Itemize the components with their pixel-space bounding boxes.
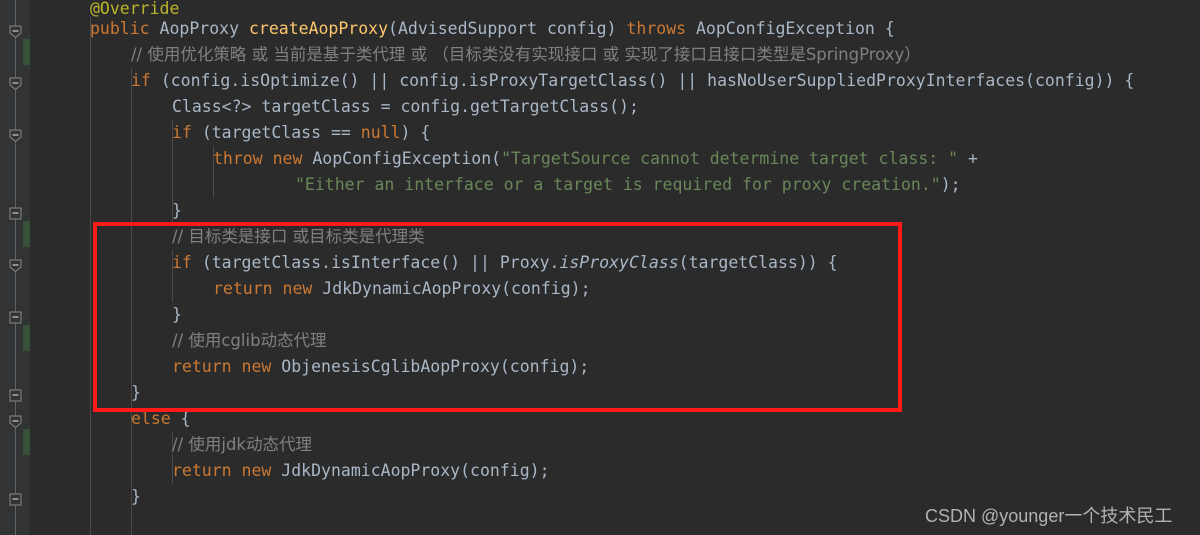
gutter-change-bar[interactable]	[23, 221, 30, 247]
fold-collapse-icon[interactable]	[9, 389, 22, 402]
code-token: return	[172, 357, 242, 376]
csdn-watermark: CSDN @younger一个技术民工	[925, 506, 1173, 526]
code-line[interactable]: return new ObjenesisCglibAopProxy(config…	[30, 354, 589, 380]
code-token: {	[180, 409, 191, 428]
code-token: return	[213, 279, 283, 298]
code-token: JdkDynamicAopProxy(config);	[322, 279, 591, 298]
code-token: if	[172, 123, 202, 142]
code-line[interactable]: throw new AopConfigException("TargetSour…	[30, 146, 978, 172]
code-token: // 使用jdk动态代理	[172, 435, 312, 454]
code-token: // 使用cglib动态代理	[172, 331, 327, 350]
code-line[interactable]: if (targetClass.isInterface() || Proxy.i…	[30, 250, 838, 276]
code-line[interactable]: // 使用jdk动态代理	[30, 432, 312, 458]
code-line[interactable]: // 目标类是接口 或目标类是代理类	[30, 224, 425, 250]
fold-collapse-icon[interactable]	[9, 493, 22, 506]
fold-collapse-icon[interactable]	[9, 207, 22, 220]
code-token: "Either an interface or a target is requ…	[295, 175, 941, 194]
code-content-area[interactable]: @Override public AopProxy createAopProxy(…	[30, 0, 1200, 535]
code-line[interactable]: return new JdkDynamicAopProxy(config);	[30, 276, 591, 302]
code-token: (targetClass)) {	[678, 253, 838, 272]
code-token: (AdvisedSupport config)	[388, 19, 627, 38]
fold-collapse-icon[interactable]	[9, 415, 22, 429]
code-line[interactable]: // 使用优化策略 或 当前是基于类代理 或 （目标类没有实现接口 或 实现了接…	[30, 42, 921, 68]
code-token: new	[241, 461, 282, 480]
code-token: null	[360, 123, 401, 142]
code-token: else	[131, 409, 181, 428]
code-token: new	[241, 357, 282, 376]
code-line[interactable]: return new JdkDynamicAopProxy(config);	[30, 458, 550, 484]
code-token: throws	[626, 19, 696, 38]
code-line[interactable]: // 使用cglib动态代理	[30, 328, 327, 354]
code-line[interactable]: }	[30, 484, 141, 510]
code-token: public	[90, 19, 160, 38]
code-token: );	[940, 175, 961, 194]
code-line[interactable]: }	[30, 198, 182, 224]
code-token: if	[172, 253, 202, 272]
code-token: // 目标类是接口 或目标类是代理类	[172, 227, 425, 246]
code-line[interactable]: }	[30, 302, 182, 328]
code-token: createAopProxy	[248, 19, 389, 38]
code-token: (targetClass ==	[201, 123, 361, 142]
code-token: }	[172, 201, 182, 220]
code-token: "TargetSource cannot determine target cl…	[501, 149, 968, 168]
code-token: new	[282, 279, 323, 298]
code-token: (targetClass.isInterface() || Proxy.	[201, 253, 560, 272]
code-line[interactable]: "Either an interface or a target is requ…	[30, 172, 961, 198]
gutter-change-bar[interactable]	[23, 39, 30, 65]
code-token: isProxyClass	[559, 253, 679, 272]
code-line[interactable]: }	[30, 380, 141, 406]
code-token: }	[131, 487, 141, 506]
code-line[interactable]: Class<?> targetClass = config.getTargetC…	[30, 94, 639, 120]
code-line[interactable]: if (config.isOptimize() || config.isProx…	[30, 68, 1134, 94]
gutter-change-bar[interactable]	[23, 429, 30, 455]
code-line[interactable]: else {	[30, 406, 191, 432]
gutter-change-bar[interactable]	[23, 325, 30, 351]
code-token: (config.isOptimize() || config.isProxyTa…	[160, 71, 1135, 90]
code-token: if	[131, 71, 161, 90]
fold-collapse-icon[interactable]	[9, 311, 22, 324]
fold-collapse-icon[interactable]	[9, 129, 22, 143]
code-token: new	[272, 149, 313, 168]
code-token: AopConfigException {	[696, 19, 895, 38]
fold-collapse-icon[interactable]	[9, 25, 22, 39]
fold-collapse-icon[interactable]	[9, 77, 22, 91]
fold-collapse-icon[interactable]	[9, 259, 22, 273]
code-token: }	[131, 383, 141, 402]
code-token: JdkDynamicAopProxy(config);	[281, 461, 550, 480]
editor-gutter[interactable]	[0, 0, 30, 535]
code-token: AopProxy	[159, 19, 249, 38]
code-token: }	[172, 305, 182, 324]
code-token: ObjenesisCglibAopProxy(config);	[281, 357, 590, 376]
code-token: // 使用优化策略 或 当前是基于类代理 或 （目标类没有实现接口 或 实现了接…	[131, 45, 921, 64]
code-line[interactable]: if (targetClass == null) {	[30, 120, 430, 146]
code-token: Class<?> targetClass = config.getTargetC…	[172, 97, 639, 116]
code-token: ) {	[400, 123, 431, 142]
code-token: AopConfigException(	[312, 149, 502, 168]
code-token: return	[172, 461, 242, 480]
code-editor[interactable]: @Override public AopProxy createAopProxy(…	[0, 0, 1200, 535]
code-token: throw	[213, 149, 273, 168]
code-line[interactable]: public AopProxy createAopProxy(AdvisedSu…	[30, 16, 895, 42]
code-token: +	[968, 149, 978, 168]
